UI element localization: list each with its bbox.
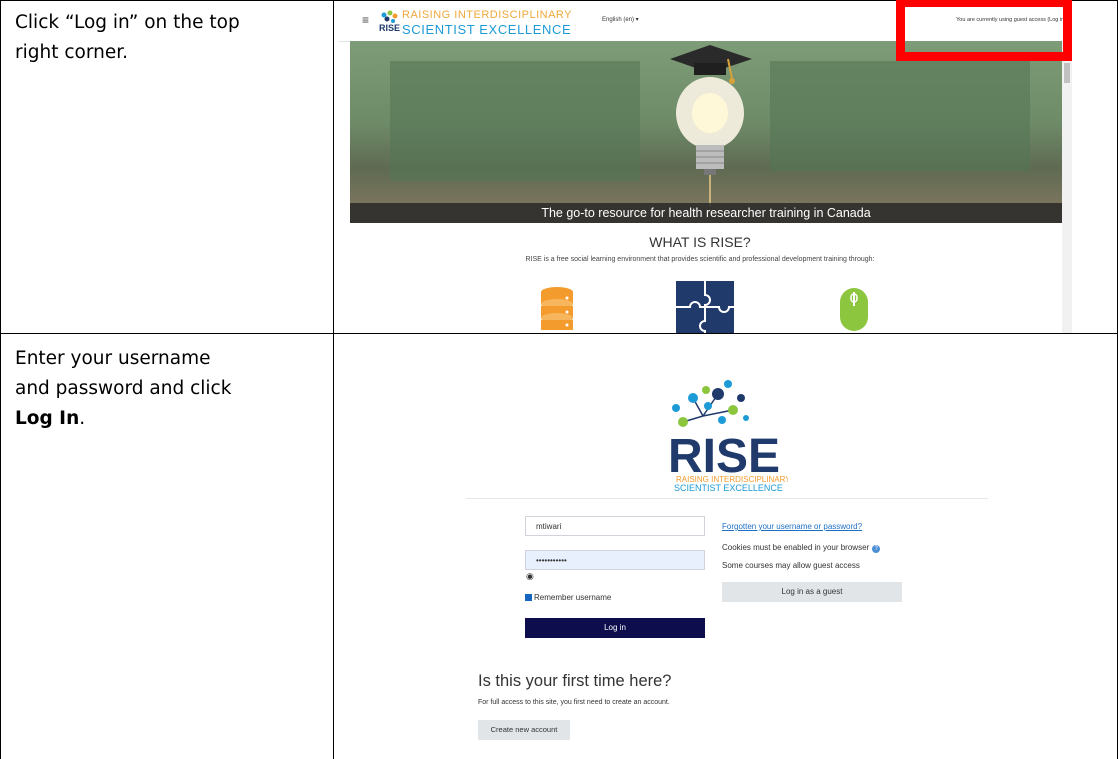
highlight-box (896, 0, 1072, 61)
computer-mouse-icon (840, 288, 868, 331)
language-selector[interactable]: English (en) ▾ (602, 16, 639, 23)
help-icon[interactable]: ? (872, 545, 881, 553)
puzzle-pieces-icon (676, 281, 734, 333)
instruction-line: right corner. (15, 42, 129, 63)
show-password-eye-icon[interactable]: ◉ (526, 571, 534, 582)
what-is-rise-description: RISE is a free social learning environme… (525, 256, 875, 263)
table-border-divider (333, 0, 334, 759)
instruction-tail: . (79, 408, 86, 429)
instruction-table: Click “Log in” on the top right corner. … (0, 0, 1118, 759)
instruction-line: Click “Log in” on the top (15, 12, 240, 33)
forgot-password-link[interactable]: Forgotten your username or password? (722, 522, 862, 531)
first-time-heading: Is this your first time here? (478, 672, 672, 690)
table-border-middle (0, 333, 1118, 334)
page-scrollbar[interactable] (1062, 41, 1072, 333)
database-icon (541, 287, 573, 330)
chalkboard-left (390, 61, 640, 181)
first-time-description: For full access to this site, you first … (478, 699, 670, 706)
instruction-line: Log In. (15, 404, 231, 434)
scrollbar-thumb[interactable] (1064, 63, 1070, 83)
guest-access-notice: Some courses may allow guest access (722, 561, 860, 570)
login-button[interactable]: Log in (525, 618, 705, 638)
chalkboard-right (770, 61, 1030, 171)
instruction-bold: Log In (15, 408, 80, 429)
create-account-button[interactable]: Create new account (478, 720, 570, 740)
logo-text: RISE (379, 23, 400, 32)
logo-subtitle-2: SCIENTIST EXCELLENCE (674, 483, 783, 493)
brand-line-2: SCIENTIST EXCELLENCE (402, 22, 572, 37)
instruction-step-2: Enter your username and password and cli… (15, 344, 231, 434)
password-field[interactable]: ••••••••••• (525, 550, 705, 570)
rise-tree-logo: RISE RAISING INTERDISCIPLINARY SCIENTIST… (668, 380, 788, 493)
hero-caption: The go-to resource for health researcher… (350, 203, 1062, 223)
table-border-left (0, 0, 1, 759)
lightbulb-graduation-cap-image (670, 45, 752, 206)
instruction-line: Enter your username (15, 348, 211, 369)
cookies-text: Cookies must be enabled in your browser (722, 543, 870, 552)
hero-banner: The go-to resource for health researcher… (350, 41, 1062, 223)
cookies-notice: Cookies must be enabled in your browser? (722, 543, 881, 553)
divider (466, 498, 988, 499)
rise-logo-icon[interactable]: RISE (378, 10, 400, 32)
instruction-line: and password and click (15, 378, 232, 399)
instruction-step-1: Click “Log in” on the top right corner. (15, 8, 240, 68)
screenshot-login-page: RISE RAISING INTERDISCIPLINARY SCIENTIST… (338, 338, 1117, 758)
remember-username-checkbox[interactable]: Remember username (525, 593, 611, 602)
what-is-rise-heading: WHAT IS RISE? (649, 234, 751, 250)
checkbox-checked-icon[interactable] (525, 594, 532, 602)
username-field[interactable]: mtiwari (525, 516, 705, 536)
remember-username-label: Remember username (534, 593, 612, 602)
login-as-guest-button[interactable]: Log in as a guest (722, 582, 902, 602)
hamburger-menu-icon[interactable]: ≡ (362, 13, 369, 27)
brand-line-1: RAISING INTERDISCIPLINARY (402, 9, 572, 21)
